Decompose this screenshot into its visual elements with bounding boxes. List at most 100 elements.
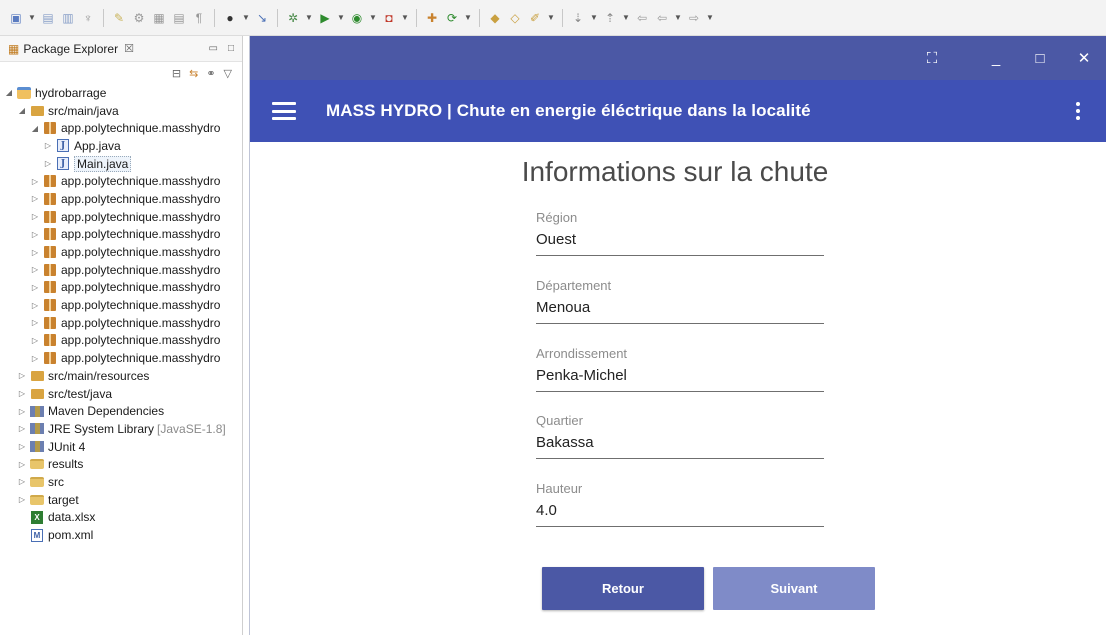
- external-tools-icon[interactable]: ◘: [381, 10, 397, 26]
- refresh-dropdown-icon[interactable]: ▼: [464, 13, 472, 22]
- open-icon[interactable]: ◆: [487, 10, 503, 26]
- tree-item[interactable]: ▷ results: [0, 455, 242, 473]
- package-explorer-tab[interactable]: ▦ Package Explorer ☒ ▭ □: [0, 36, 242, 62]
- collapsed-arrow-icon[interactable]: ▷: [30, 265, 40, 274]
- external-tools-dropdown-icon[interactable]: ▼: [401, 13, 409, 22]
- link-with-editor-icon[interactable]: ⇆: [189, 67, 198, 80]
- collapsed-arrow-icon[interactable]: ▷: [30, 177, 40, 186]
- save-icon[interactable]: ▤: [40, 10, 56, 26]
- prev-annotation-icon[interactable]: ⇡: [602, 10, 618, 26]
- collapsed-arrow-icon[interactable]: ▷: [30, 336, 40, 345]
- close-icon[interactable]: ☒: [124, 42, 134, 55]
- run-icon[interactable]: ▶: [317, 10, 333, 26]
- collapsed-arrow-icon[interactable]: ▷: [43, 159, 53, 168]
- next-button[interactable]: Suivant: [713, 567, 875, 610]
- fullscreen-icon[interactable]: ⛶: [924, 50, 940, 67]
- next-annotation-dropdown-icon[interactable]: ▼: [590, 13, 598, 22]
- collapse-all-icon[interactable]: ⊟: [172, 67, 181, 80]
- tree-item[interactable]: ▷ target: [0, 491, 242, 509]
- tree-item[interactable]: ▷ app.polytechnique.masshydro: [0, 261, 242, 279]
- hauteur-input[interactable]: 4.0: [536, 502, 824, 527]
- maximize-icon[interactable]: □: [228, 43, 234, 54]
- paragraph-icon[interactable]: ¶: [191, 10, 207, 26]
- quartier-field[interactable]: Quartier Bakassa: [536, 413, 824, 459]
- collapsed-arrow-icon[interactable]: ▷: [17, 460, 27, 469]
- collapsed-arrow-icon[interactable]: ▷: [30, 230, 40, 239]
- quartier-input[interactable]: Bakassa: [536, 434, 824, 459]
- arrondissement-field[interactable]: Arrondissement Penka-Michel: [536, 346, 824, 392]
- profile-icon[interactable]: ●: [222, 10, 238, 26]
- collapsed-arrow-icon[interactable]: ▷: [17, 424, 27, 433]
- back-dropdown-icon[interactable]: ▼: [674, 13, 682, 22]
- forward-icon[interactable]: ⇨: [686, 10, 702, 26]
- collapsed-arrow-icon[interactable]: ▷: [17, 371, 27, 380]
- departement-field[interactable]: Département Menoua: [536, 278, 824, 324]
- collapsed-arrow-icon[interactable]: ▷: [17, 407, 27, 416]
- collapsed-arrow-icon[interactable]: ▷: [17, 495, 27, 504]
- tree-item[interactable]: ▷ app.polytechnique.masshydro: [0, 190, 242, 208]
- tree-item[interactable]: ▷ app.polytechnique.masshydro: [0, 296, 242, 314]
- edit-icon[interactable]: ✎: [111, 10, 127, 26]
- new-icon[interactable]: ▣: [8, 10, 24, 26]
- new-java-icon[interactable]: ✚: [424, 10, 440, 26]
- collapsed-arrow-icon[interactable]: ▷: [17, 442, 27, 451]
- tree-item[interactable]: ▷ src: [0, 473, 242, 491]
- expanded-arrow-icon[interactable]: ◢: [17, 106, 27, 115]
- run-dropdown-icon[interactable]: ▼: [337, 13, 345, 22]
- expanded-arrow-icon[interactable]: ◢: [30, 124, 40, 133]
- tree-item[interactable]: ▷ app.polytechnique.masshydro: [0, 332, 242, 350]
- prev-annotation-dropdown-icon[interactable]: ▼: [622, 13, 630, 22]
- link-icon[interactable]: ↘: [254, 10, 270, 26]
- collapsed-arrow-icon[interactable]: ▷: [17, 389, 27, 398]
- last-edit-icon[interactable]: ⇦: [634, 10, 650, 26]
- arrondissement-input[interactable]: Penka-Michel: [536, 367, 824, 392]
- tree-item[interactable]: ▷ app.polytechnique.masshydro: [0, 208, 242, 226]
- hamburger-menu-icon[interactable]: [272, 102, 296, 120]
- back-button[interactable]: Retour: [542, 567, 704, 610]
- pen-icon[interactable]: ✐: [527, 10, 543, 26]
- tree-item[interactable]: ▷ J Main.java: [0, 155, 242, 173]
- collapsed-arrow-icon[interactable]: ▷: [43, 141, 53, 150]
- region-field[interactable]: Région Ouest: [536, 210, 824, 256]
- bug-dropdown-icon[interactable]: ▼: [305, 13, 313, 22]
- collapsed-arrow-icon[interactable]: ▷: [30, 248, 40, 257]
- tree-item[interactable]: ▷ J App.java: [0, 137, 242, 155]
- view-menu-icon[interactable]: ▽: [224, 67, 232, 80]
- bug-icon[interactable]: ✲: [285, 10, 301, 26]
- expanded-arrow-icon[interactable]: ◢: [4, 88, 14, 97]
- forward-dropdown-icon[interactable]: ▼: [706, 13, 714, 22]
- collapsed-arrow-icon[interactable]: ▷: [30, 318, 40, 327]
- tree-item[interactable]: Xdata.xlsx: [0, 509, 242, 527]
- minimize-icon[interactable]: ▭: [209, 43, 218, 54]
- close-icon[interactable]: ✕: [1076, 49, 1092, 67]
- pin-icon[interactable]: ♆: [80, 10, 96, 26]
- tree-item[interactable]: ◢ src/main/java: [0, 102, 242, 120]
- doc-icon[interactable]: ▤: [171, 10, 187, 26]
- maximize-icon[interactable]: □: [1032, 50, 1048, 67]
- tree-item[interactable]: ▷ app.polytechnique.masshydro: [0, 243, 242, 261]
- collapsed-arrow-icon[interactable]: ▷: [30, 354, 40, 363]
- tree-item[interactable]: ▷ app.polytechnique.masshydro: [0, 349, 242, 367]
- hauteur-field[interactable]: Hauteur 4.0: [536, 481, 824, 527]
- collapsed-arrow-icon[interactable]: ▷: [30, 283, 40, 292]
- refresh-icon[interactable]: ⟳: [444, 10, 460, 26]
- coverage-icon[interactable]: ◉: [349, 10, 365, 26]
- debug-icon[interactable]: ⚙: [131, 10, 147, 26]
- terminal-icon[interactable]: ▦: [151, 10, 167, 26]
- tree-item[interactable]: ◢ app.polytechnique.masshydro: [0, 119, 242, 137]
- new-dropdown-icon[interactable]: ▼: [28, 13, 36, 22]
- tree-item[interactable]: ▷ app.polytechnique.masshydro: [0, 314, 242, 332]
- collapsed-arrow-icon[interactable]: ▷: [30, 194, 40, 203]
- save-all-icon[interactable]: ▥: [60, 10, 76, 26]
- tree-item[interactable]: ▷ app.polytechnique.masshydro: [0, 172, 242, 190]
- tree-item[interactable]: ▷ Maven Dependencies: [0, 402, 242, 420]
- tree-item[interactable]: ▷ app.polytechnique.masshydro: [0, 226, 242, 244]
- tree-item[interactable]: ▷ JUnit 4: [0, 438, 242, 456]
- profile-dropdown-icon[interactable]: ▼: [242, 13, 250, 22]
- collapsed-arrow-icon[interactable]: ▷: [30, 212, 40, 221]
- tree-item[interactable]: Mpom.xml: [0, 526, 242, 544]
- folder-icon[interactable]: ◇: [507, 10, 523, 26]
- next-annotation-icon[interactable]: ⇣: [570, 10, 586, 26]
- back-icon[interactable]: ⇦: [654, 10, 670, 26]
- collapsed-arrow-icon[interactable]: ▷: [17, 477, 27, 486]
